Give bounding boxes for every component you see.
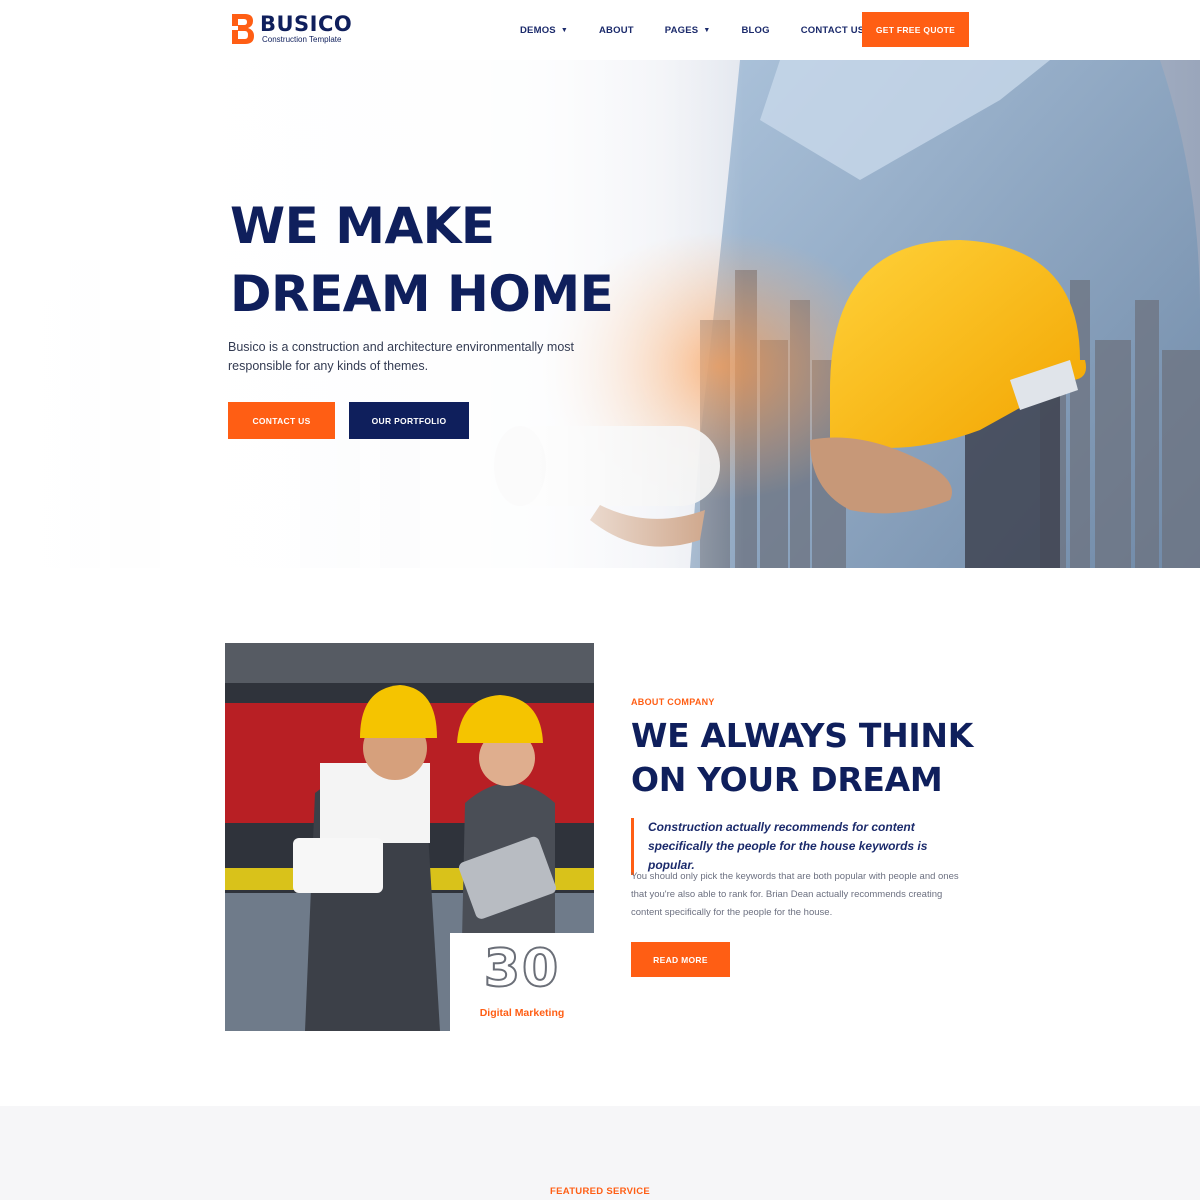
stat-number: 30 (483, 938, 561, 1000)
nav-item-label: CONTACT US (800, 24, 865, 36)
nav-item-contact[interactable]: CONTACT US (801, 25, 865, 36)
brand-name: BUSICO (260, 12, 353, 36)
get-free-quote-button[interactable]: GET FREE QUOTE (862, 12, 969, 47)
featured-kicker: FEATURED SERVICE (550, 1186, 650, 1197)
contact-us-button[interactable]: CONTACT US (228, 402, 335, 439)
logo-b-icon (232, 14, 254, 44)
hero-section: WE MAKE DREAM HOME Busico is a construct… (0, 60, 1200, 568)
nav-item-demos[interactable]: DEMOS ▼ (520, 25, 568, 36)
nav-item-label: ABOUT (598, 24, 634, 36)
nav-item-label: PAGES (664, 24, 699, 36)
about-title-line1: WE ALWAYS THINK (631, 716, 973, 755)
nav-item-label: BLOG (741, 24, 770, 36)
about-title-line2: ON YOUR DREAM (631, 760, 943, 799)
read-more-button[interactable]: READ MORE (631, 942, 730, 977)
chevron-down-icon: ▼ (703, 26, 711, 34)
page: BUSICO Construction Template DEMOS ▼ ABO… (0, 0, 1200, 1200)
main-nav: DEMOS ▼ ABOUT PAGES ▼ BLOG CONTACT US (520, 0, 895, 60)
stat-label: Digital Marketing (479, 1007, 565, 1019)
brand-logo[interactable]: BUSICO Construction Template (230, 12, 352, 46)
hero-title-line2: DREAM HOME (230, 265, 614, 323)
about-body: You should only pick the keywords that a… (631, 871, 959, 918)
stat-box: 30 Digital Marketing (450, 933, 594, 1031)
about-kicker: ABOUT COMPANY (631, 697, 715, 707)
site-header: BUSICO Construction Template DEMOS ▼ ABO… (0, 0, 1200, 60)
featured-service-section: FEATURED SERVICE (0, 1106, 1200, 1200)
nav-item-about[interactable]: ABOUT (599, 25, 634, 36)
nav-item-blog[interactable]: BLOG (741, 25, 769, 36)
hero-description: Busico is a construction and architectur… (228, 340, 574, 373)
hero-title-line1: WE MAKE (230, 197, 495, 255)
brand-tagline: Construction Template (262, 35, 342, 44)
about-quote: Construction actually recommends for con… (631, 818, 976, 875)
hero-title: WE MAKE DREAM HOME (230, 192, 614, 328)
about-title: WE ALWAYS THINK ON YOUR DREAM (631, 714, 973, 802)
chevron-down-icon: ▼ (560, 26, 568, 34)
our-portfolio-button[interactable]: OUR PORTFOLIO (349, 402, 469, 439)
nav-item-pages[interactable]: PAGES ▼ (665, 25, 711, 36)
logo-text: BUSICO Construction Template (260, 13, 352, 45)
nav-item-label: DEMOS (520, 24, 556, 36)
